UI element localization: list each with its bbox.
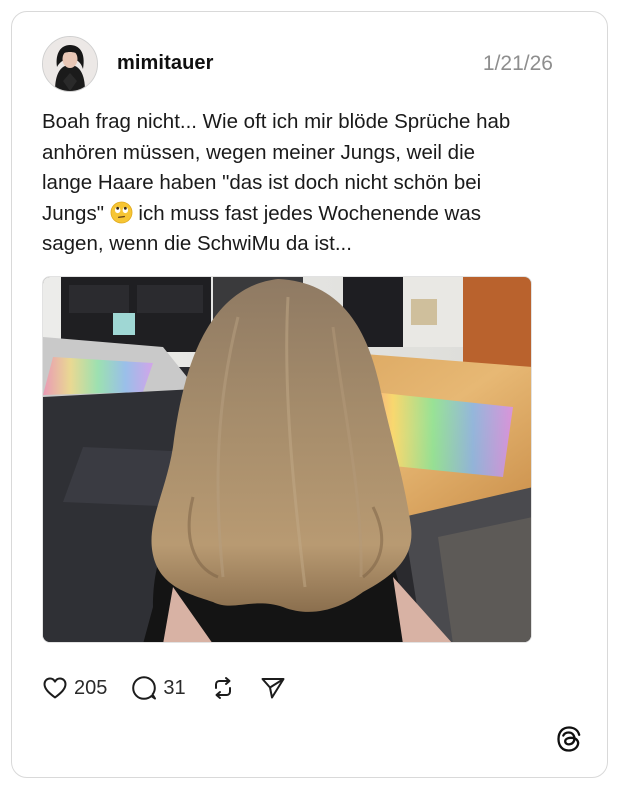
post-text-segment: Jungs" xyxy=(42,201,104,225)
avatar[interactable] xyxy=(42,36,98,92)
username[interactable]: mimitauer xyxy=(117,52,214,75)
post-text-line: Jungs" ich muss fast jedes Wochenende wa… xyxy=(42,199,572,230)
post-text-line: lange Haare haben "das ist doch nicht sc… xyxy=(42,171,482,195)
comment-icon xyxy=(132,676,157,700)
post-text-line: anhören müssen, wegen meiner Jungs, weil… xyxy=(42,140,476,164)
post-text-line: sagen, wenn die SchwiMu da ist... xyxy=(42,232,352,256)
send-icon xyxy=(261,678,285,699)
share-button[interactable] xyxy=(260,676,286,700)
post-text: Boah frag nicht... Wie oft ich mir blöde… xyxy=(42,107,572,260)
repost-icon xyxy=(214,677,231,699)
post-text-segment: ich muss fast jedes Wochenende was xyxy=(138,201,481,225)
heart-icon xyxy=(43,677,67,699)
post-text-line: Boah frag nicht... Wie oft ich mir blöde… xyxy=(42,110,511,133)
rolling-eyes-emoji-icon xyxy=(110,201,133,224)
reply-button[interactable]: 31 xyxy=(131,675,186,701)
like-count: 205 xyxy=(74,676,108,699)
threads-post-card: mimitauer 1/21/26 Boah frag nicht... Wie… xyxy=(11,11,608,778)
reply-count: 31 xyxy=(163,676,186,699)
like-button[interactable]: 205 xyxy=(42,676,107,700)
repost-button[interactable] xyxy=(210,676,236,700)
post-image[interactable] xyxy=(42,276,532,643)
post-date[interactable]: 1/21/26 xyxy=(483,52,553,76)
threads-logo-icon[interactable] xyxy=(555,725,583,753)
post-actions: 205 31 xyxy=(42,675,310,701)
